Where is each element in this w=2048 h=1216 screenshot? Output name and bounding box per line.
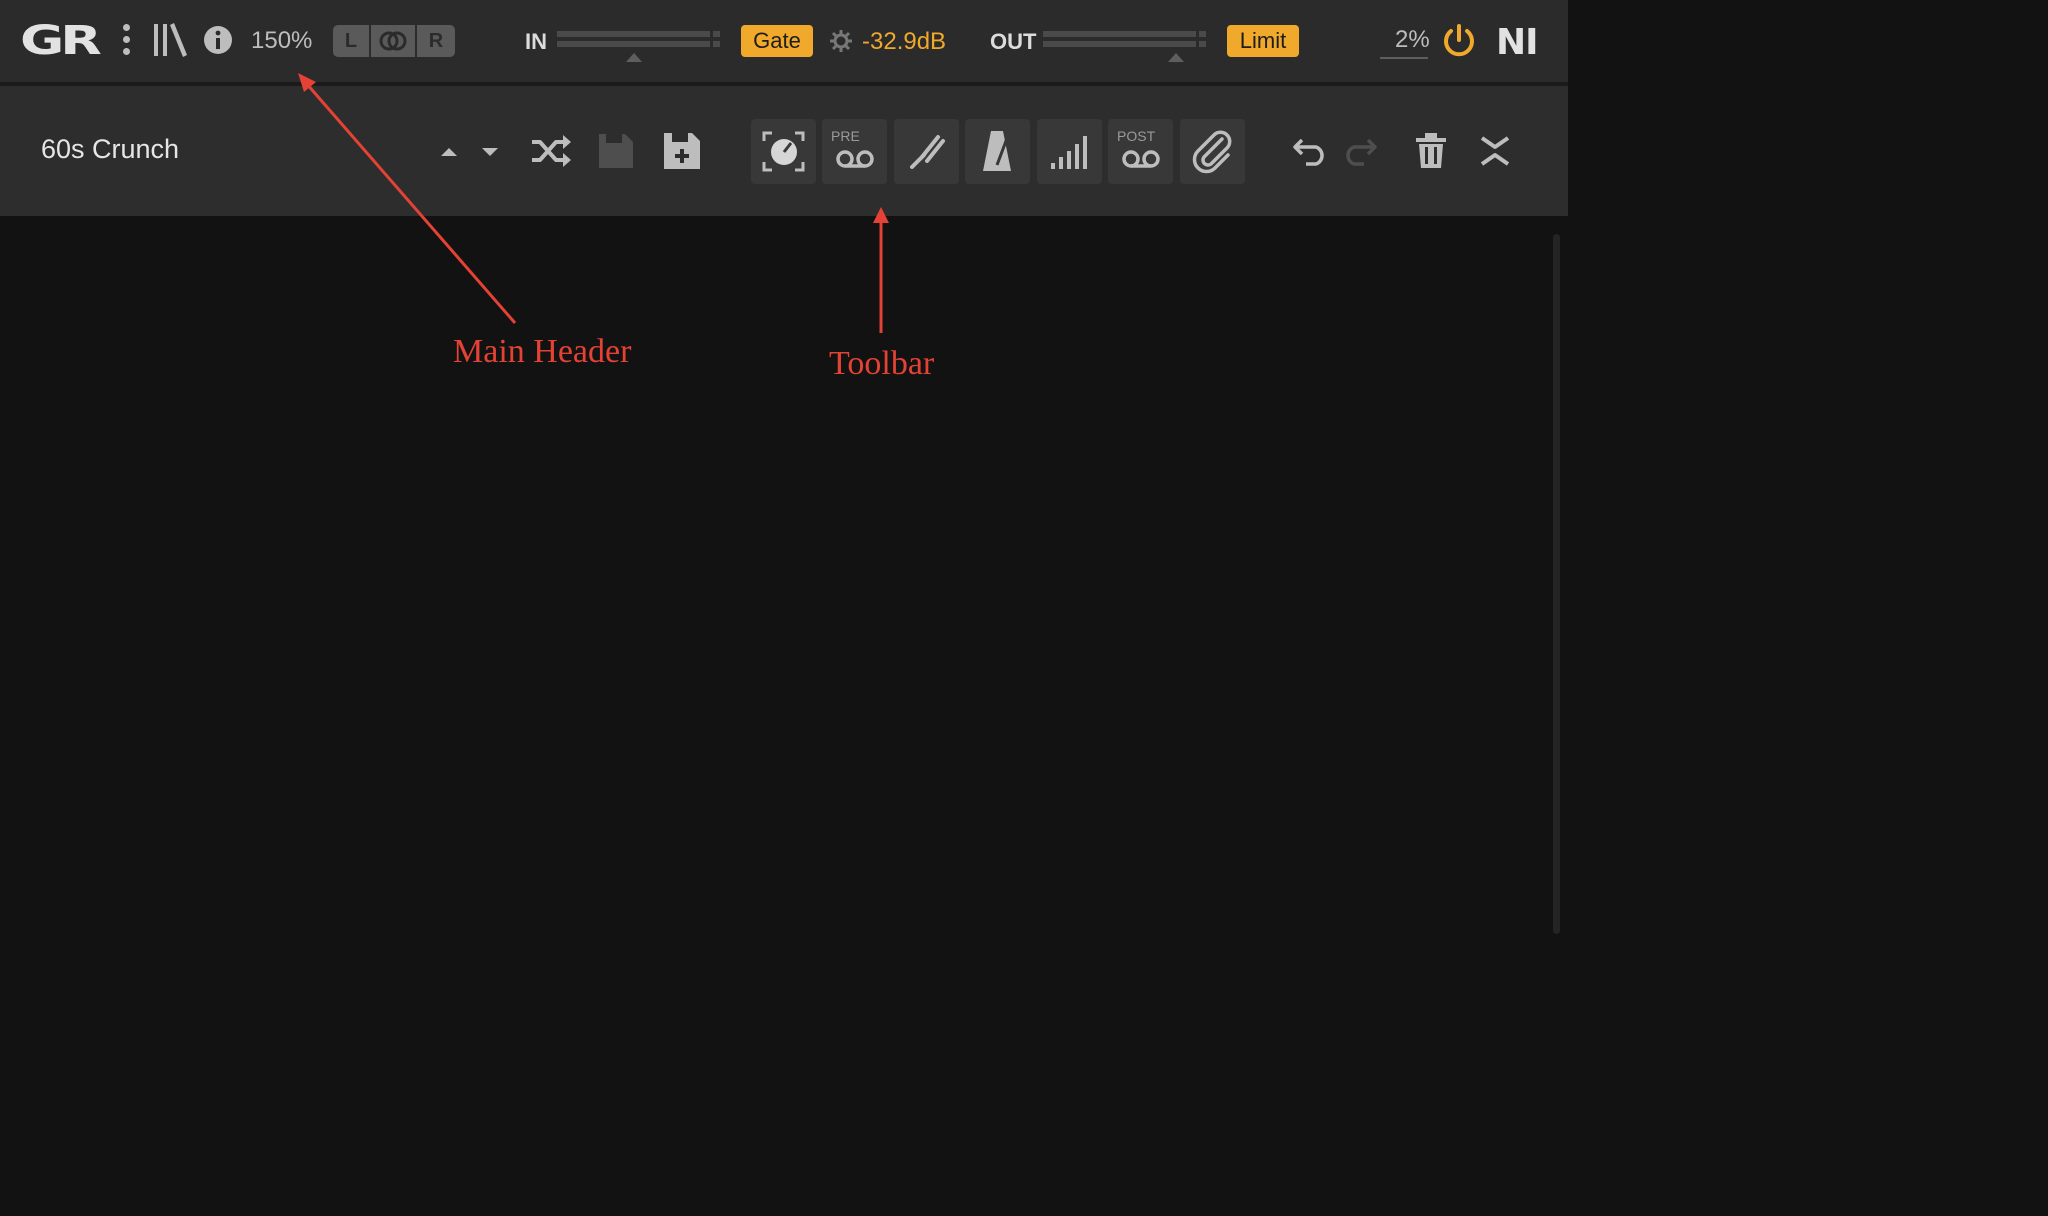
- toolbar-annotation: Toolbar: [829, 345, 935, 382]
- main-header-annotation: Main Header: [453, 333, 632, 370]
- annotation-arrows: [298, 73, 889, 333]
- toolbar-arrowhead: [873, 207, 889, 223]
